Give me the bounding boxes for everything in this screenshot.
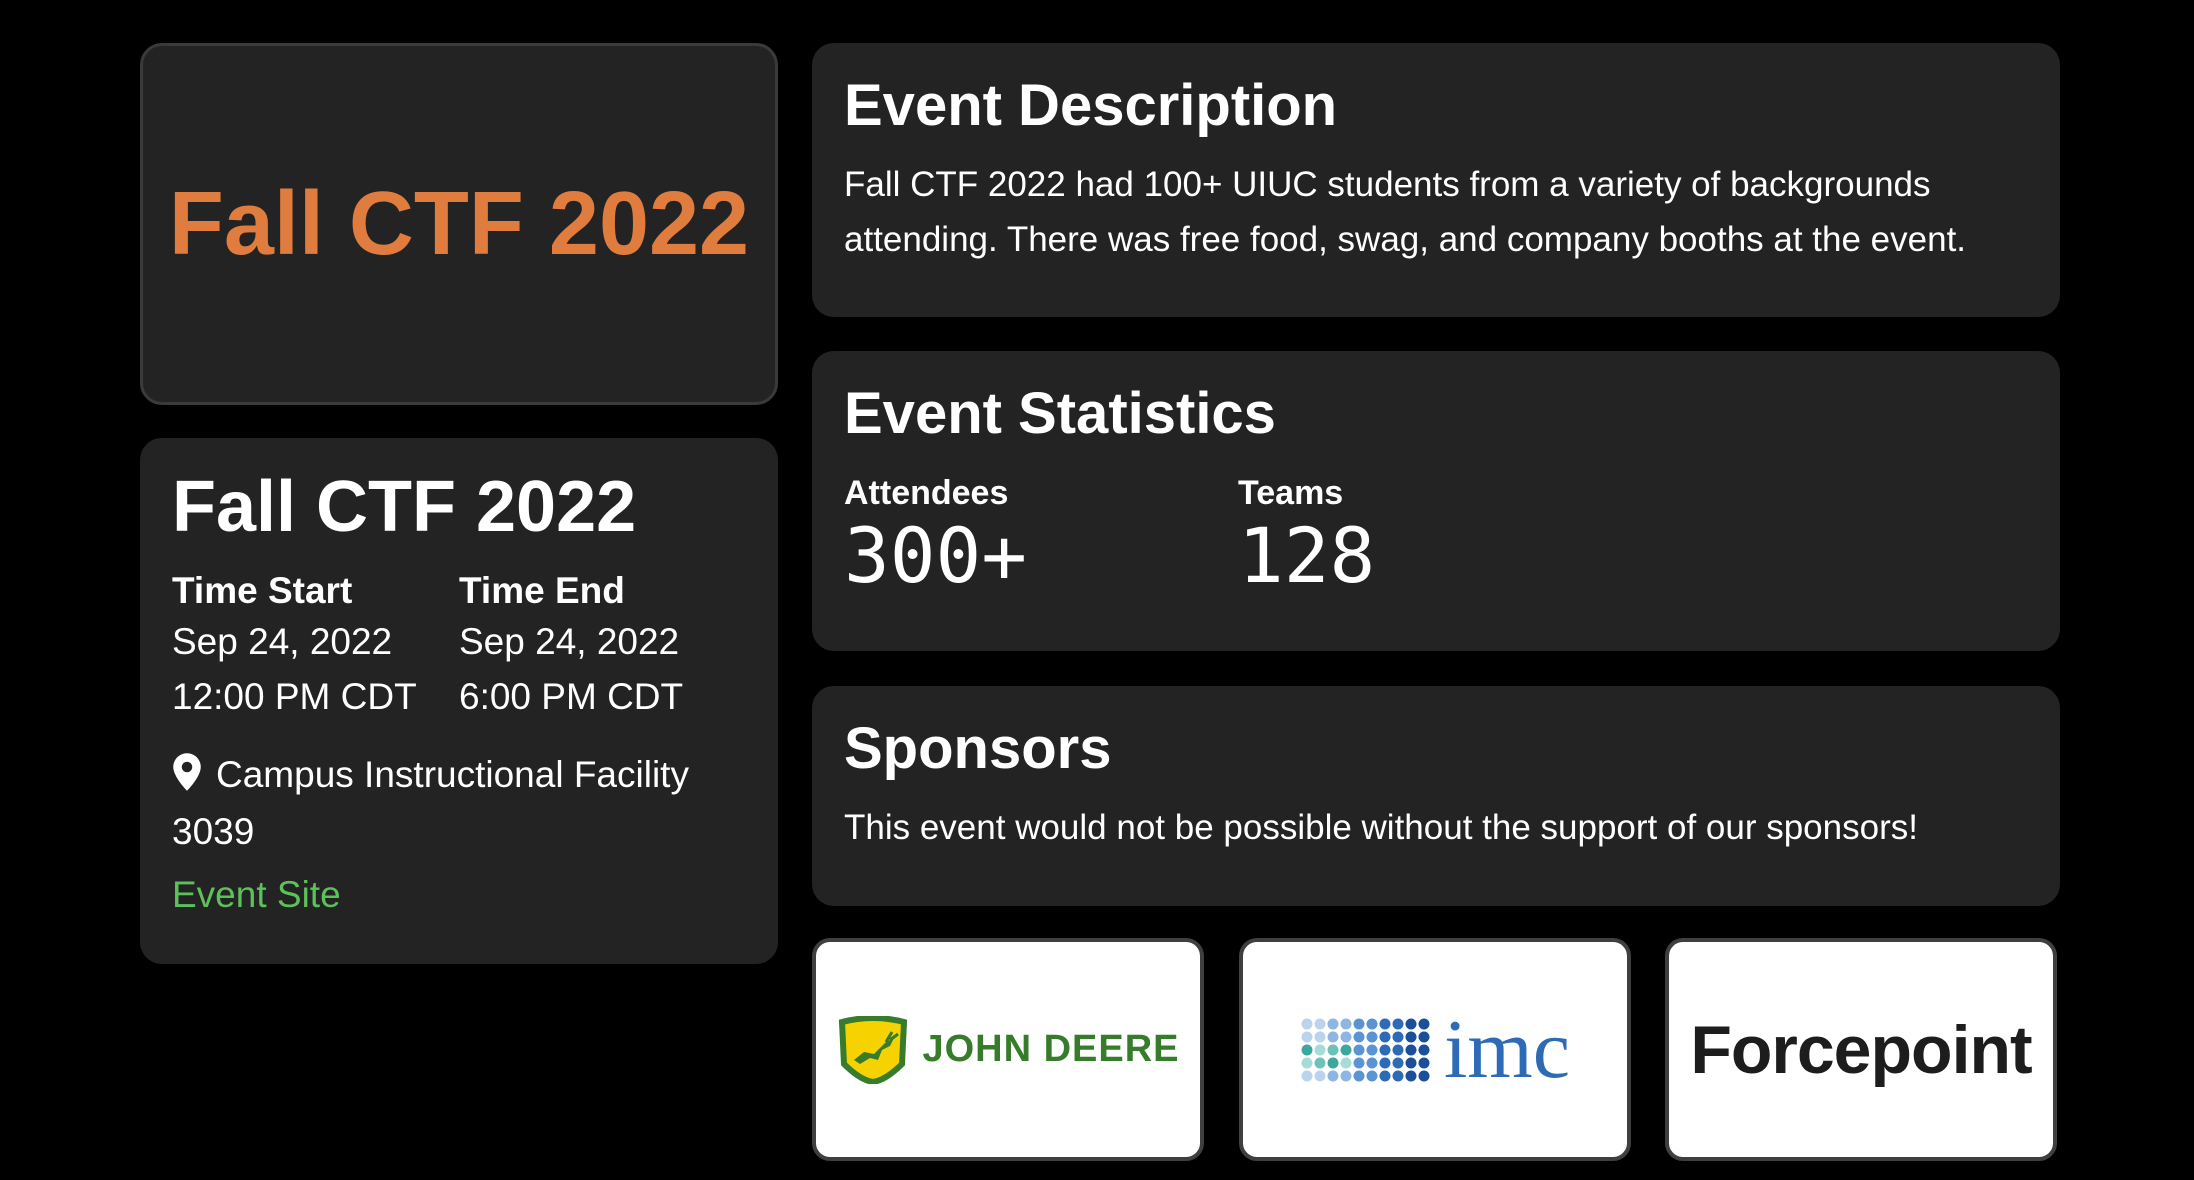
imc-logo-dot [1418,1044,1430,1055]
imc-logo-dot [1340,1070,1352,1081]
imc-logo-dot [1301,1031,1313,1042]
imc-logo-dot [1379,1031,1391,1042]
location-text: Campus Instructional Facility 3039 [172,753,689,852]
imc-wordmark: imc [1444,1003,1570,1096]
time-end-label: Time End [459,570,625,612]
sponsor-logo-john-deere[interactable]: JOHN DEERE [812,938,1204,1161]
deer-logo-icon [839,1015,908,1084]
imc-logo-dot [1314,1031,1326,1042]
sponsors-text: This event would not be possible without… [844,807,1918,847]
imc-logo-dot [1366,1057,1378,1068]
imc-logo-dot [1366,1018,1378,1029]
imc-logo-dot [1392,1031,1404,1042]
imc-logo-dot [1379,1044,1391,1055]
stats-row: Attendees 300+ Teams 128 [844,473,2028,600]
dot-grid-logo-icon [1301,1018,1430,1081]
imc-logo-dot [1327,1018,1339,1029]
imc-logo-dot [1366,1031,1378,1042]
time-end-date: Sep 24, 2022 [459,620,680,662]
imc-logo-dot [1314,1057,1326,1068]
stat-value: 128 [1238,510,1376,600]
time-start-date: Sep 24, 2022 [172,620,393,662]
imc-logo-dot [1314,1018,1326,1029]
imc-logo-dot [1418,1057,1430,1068]
stat-label: Attendees [844,473,1009,512]
imc-logo-dot [1392,1018,1404,1029]
event-title: Fall CTF 2022 [172,467,637,547]
imc-logo-dot [1301,1018,1313,1029]
imc-logo-dot [1353,1031,1365,1042]
imc-logo-dot [1340,1018,1352,1029]
sponsors-card: Sponsors This event would not be possibl… [812,686,2060,906]
imc-logo-dot [1340,1044,1352,1055]
time-start: Time Start Sep 24, 2022 12:00 PM CDT [172,569,459,723]
stat-label: Teams [1238,473,1344,512]
statistics-title: Event Statistics [844,381,1276,446]
description-text: Fall CTF 2022 had 100+ UIUC students fro… [844,164,1967,259]
imc-logo-dot [1405,1031,1417,1042]
event-location: Campus Instructional Facility 3039 [172,746,746,860]
forcepoint-wordmark: Forcepoint [1690,1011,2032,1088]
imc-logo-dot [1327,1070,1339,1081]
imc-logo-dot [1301,1057,1313,1068]
imc-logo-dot [1353,1057,1365,1068]
imc-logo-dot [1405,1018,1417,1029]
map-pin-icon [173,752,201,791]
imc-logo-dot [1392,1070,1404,1081]
imc-logo-dot [1418,1018,1430,1029]
imc-logo-dot [1353,1070,1365,1081]
event-statistics-card: Event Statistics Attendees 300+ Teams 12… [812,351,2060,651]
time-start-time: 12:00 PM CDT [172,675,417,717]
event-description-card: Event Description Fall CTF 2022 had 100+… [812,43,2060,317]
imc-logo-dot [1327,1057,1339,1068]
event-banner: Fall CTF 2022 [140,43,778,405]
imc-logo-dot [1366,1070,1378,1081]
imc-logo-dot [1327,1044,1339,1055]
stat-teams: Teams 128 [1238,473,1632,600]
imc-logo-dot [1405,1044,1417,1055]
imc-logo-dot [1327,1031,1339,1042]
imc-logo-dot [1379,1057,1391,1068]
description-title: Event Description [844,73,1338,138]
imc-logo-dot [1405,1070,1417,1081]
event-info-card: Fall CTF 2022 Time Start Sep 24, 2022 12… [140,438,778,964]
imc-logo-dot [1379,1070,1391,1081]
stat-attendees: Attendees 300+ [844,473,1238,600]
imc-logo-dot [1314,1070,1326,1081]
imc-logo-dot [1392,1044,1404,1055]
sponsor-logo-imc[interactable]: imc [1239,938,1631,1161]
imc-logo-dot [1418,1031,1430,1042]
time-end-time: 6:00 PM CDT [459,675,684,717]
sponsors-title: Sponsors [844,716,1112,781]
imc-logo-dot [1405,1057,1417,1068]
imc-logo-dot [1379,1018,1391,1029]
imc-logo-dot [1353,1044,1365,1055]
john-deere-wordmark: JOHN DEERE [922,1028,1180,1070]
imc-logo-dot [1340,1057,1352,1068]
event-site-link[interactable]: Event Site [172,874,746,916]
imc-logo-dot [1314,1044,1326,1055]
banner-title: Fall CTF 2022 [168,173,750,274]
stat-value: 300+ [844,510,1028,600]
imc-logo-dot [1366,1044,1378,1055]
imc-logo-dot [1340,1031,1352,1042]
event-times: Time Start Sep 24, 2022 12:00 PM CDT Tim… [172,569,746,723]
imc-logo-dot [1353,1018,1365,1029]
imc-logo-dot [1392,1057,1404,1068]
time-start-label: Time Start [172,570,353,612]
imc-logo-dot [1301,1044,1313,1055]
sponsor-logo-forcepoint[interactable]: Forcepoint [1665,938,2057,1161]
imc-logo-dot [1418,1070,1430,1081]
time-end: Time End Sep 24, 2022 6:00 PM CDT [459,569,746,723]
imc-logo-dot [1301,1070,1313,1081]
